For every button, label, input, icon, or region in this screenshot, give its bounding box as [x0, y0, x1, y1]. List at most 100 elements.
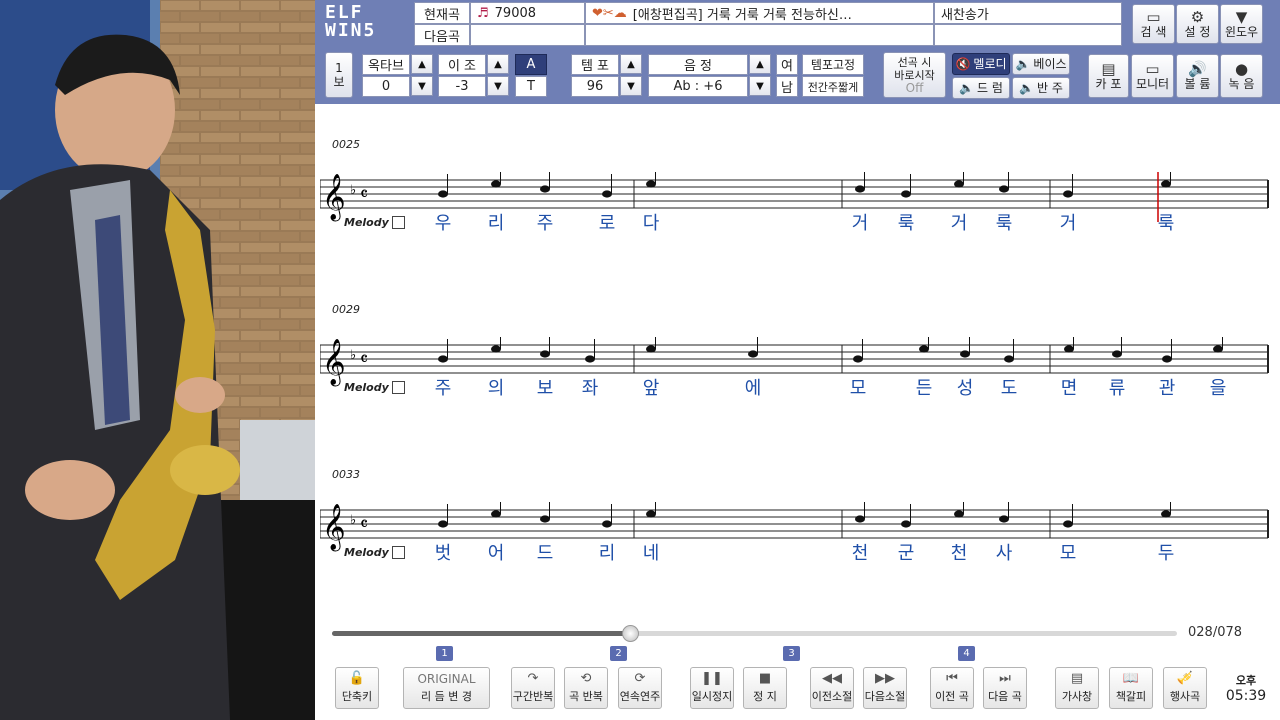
- note: [602, 190, 612, 198]
- pitch-down-button[interactable]: ▼: [749, 76, 771, 96]
- tempo-up-button[interactable]: ▲: [620, 54, 642, 74]
- note: [540, 350, 550, 358]
- a-toggle[interactable]: A: [515, 54, 547, 75]
- female-key-button[interactable]: 여: [776, 54, 798, 75]
- lyrics-language-icon: [392, 546, 405, 559]
- section-repeat-label: 구간반복: [512, 690, 554, 703]
- section-repeat-button[interactable]: ↷ 구간반복: [511, 667, 555, 709]
- t-toggle[interactable]: T: [515, 76, 547, 97]
- lyrics-window-label: 가사창: [1061, 690, 1093, 703]
- repeat-icon: ⟲: [580, 671, 592, 686]
- stop-button[interactable]: ■ 정 지: [743, 667, 787, 709]
- volume-button[interactable]: 🔊 볼 륨: [1176, 54, 1219, 98]
- transpose-up-button[interactable]: ▲: [487, 54, 509, 74]
- clock: 오후 05:39: [1216, 672, 1276, 704]
- instant-start-line1: 선곡 시: [897, 55, 932, 69]
- note: [1161, 180, 1171, 188]
- instant-start-toggle[interactable]: 선곡 시 바로시작 Off: [883, 52, 946, 98]
- shortcut-button[interactable]: 🔓 단축키: [335, 667, 379, 709]
- speaker-icon: 🔈: [1019, 80, 1035, 95]
- staff-mode-label: 보: [333, 74, 345, 89]
- prev-song-button[interactable]: ⏮ 이전 곡: [930, 667, 974, 709]
- instant-start-line2: 바로시작: [894, 68, 935, 82]
- tempo-value: 96: [571, 76, 619, 97]
- lyric-syllable: 천: [950, 543, 968, 564]
- staff-row: 0029 𝄞 ♭ 𝄴 Melody 주 의 보 좌 앞 에 모 든 성 도 면 류 관 을: [320, 299, 1269, 429]
- staff-row: 0033 𝄞 ♭ 𝄴 Melody 벗 어 드 리 네 천 군 천 사 모 두: [320, 464, 1269, 594]
- note: [1161, 510, 1171, 518]
- lyric-syllable: 드: [536, 543, 554, 564]
- lyric-syllable: 좌: [581, 378, 599, 399]
- lyric-syllable: 의: [487, 378, 505, 399]
- monitor-icon: ▭: [1145, 60, 1160, 78]
- next-measure-button[interactable]: ▶▶ 다음소절: [863, 667, 907, 709]
- accomp-toggle[interactable]: 🔈 반 주: [1012, 77, 1070, 99]
- pitch-value: Ab : +6: [648, 76, 748, 97]
- common-time-icon: 𝄴: [360, 184, 368, 205]
- prev-measure-button[interactable]: ◀◀ 이전소절: [810, 667, 854, 709]
- next-song-category: [934, 24, 1122, 46]
- settings-button[interactable]: ⚙ 설 정: [1176, 4, 1219, 44]
- octave-down-button[interactable]: ▼: [411, 76, 433, 96]
- pitch-up-button[interactable]: ▲: [749, 54, 771, 74]
- lyric-syllable: 리: [598, 543, 616, 564]
- capo-button[interactable]: ▤ 카 포: [1088, 54, 1129, 98]
- search-button[interactable]: ▭ 검 색: [1132, 4, 1175, 44]
- record-button[interactable]: ● 녹 음: [1220, 54, 1263, 98]
- staff: 𝄞 ♭ 𝄴: [320, 337, 1269, 387]
- skip-back-icon: ⏮: [946, 671, 958, 686]
- window-button[interactable]: ▼ 윈도우: [1220, 4, 1263, 44]
- lyric-syllable: 에: [744, 378, 762, 399]
- octave-up-button[interactable]: ▲: [411, 54, 433, 74]
- heart-icon: ❤✂☁: [592, 5, 627, 21]
- record-label: 녹 음: [1228, 77, 1255, 91]
- lyric-syllable: 도: [1000, 378, 1018, 399]
- continuous-icon: ⟳: [634, 671, 646, 686]
- lyric-syllable: 리: [487, 213, 505, 234]
- tempo-fix-button[interactable]: 템포고정: [802, 54, 864, 75]
- section-repeat-icon: ↷: [527, 671, 539, 686]
- bookmark-button[interactable]: 📖 책갈피: [1109, 667, 1153, 709]
- original-label: ORIGINAL: [417, 672, 476, 686]
- rhythm-change-button[interactable]: ORIGINAL 리 듬 변 경: [403, 667, 490, 709]
- staff: 𝄞 ♭ 𝄴: [320, 502, 1269, 552]
- top-toolbar: ELF WIN5 현재곡 다음곡 ♬ 79008 ❤✂☁ [애창편집곡] 거룩 거룩…: [315, 0, 1280, 104]
- current-song-label: 현재곡: [414, 2, 470, 24]
- tempo-down-button[interactable]: ▼: [620, 76, 642, 96]
- melody-toggle[interactable]: 🔇 멜로디: [952, 53, 1010, 75]
- staff: 𝄞 ♭ 𝄴: [320, 172, 1269, 222]
- event-song-button[interactable]: 🎺 행사곡: [1163, 667, 1207, 709]
- note: [438, 355, 448, 363]
- seek-bar[interactable]: [332, 625, 1177, 642]
- pause-button[interactable]: ❚❚ 일시정지: [690, 667, 734, 709]
- seek-thumb[interactable]: [622, 625, 640, 642]
- lyric-syllable: 을: [1209, 378, 1227, 399]
- note: [491, 345, 501, 353]
- male-key-button[interactable]: 남: [776, 76, 798, 97]
- melody-track-label: Melody: [344, 216, 389, 229]
- song-repeat-label: 곡 반복: [569, 690, 603, 703]
- flat-icon: ♭: [350, 183, 356, 198]
- volume-icon: 🔊: [1188, 60, 1207, 78]
- next-song-label: 다음곡: [414, 24, 470, 46]
- next-song-button[interactable]: ⏭ 다음 곡: [983, 667, 1027, 709]
- note: [438, 190, 448, 198]
- note: [540, 185, 550, 193]
- continuous-play-button[interactable]: ⟳ 연속연주: [618, 667, 662, 709]
- transpose-down-button[interactable]: ▼: [487, 76, 509, 96]
- rewind-icon: ◀◀: [822, 671, 842, 686]
- monitor-button[interactable]: ▭ 모니터: [1131, 54, 1174, 98]
- note: [748, 350, 758, 358]
- common-time-icon: 𝄴: [360, 349, 368, 370]
- note: [1112, 350, 1122, 358]
- note: [602, 520, 612, 528]
- lyric-syllable: 우: [434, 213, 452, 234]
- drum-toggle[interactable]: 🔈 드 럼: [952, 77, 1010, 99]
- staff-mode-button[interactable]: 1 보: [325, 52, 353, 98]
- song-repeat-button[interactable]: ⟲ 곡 반복: [564, 667, 608, 709]
- drum-label: 드 럼: [977, 80, 1003, 95]
- shorten-interlude-button[interactable]: 전간주짧게: [802, 76, 864, 97]
- treble-clef-icon: 𝄞: [322, 174, 346, 222]
- bass-toggle[interactable]: 🔈 베이스: [1012, 53, 1070, 75]
- lyrics-window-button[interactable]: ▤ 가사창: [1055, 667, 1099, 709]
